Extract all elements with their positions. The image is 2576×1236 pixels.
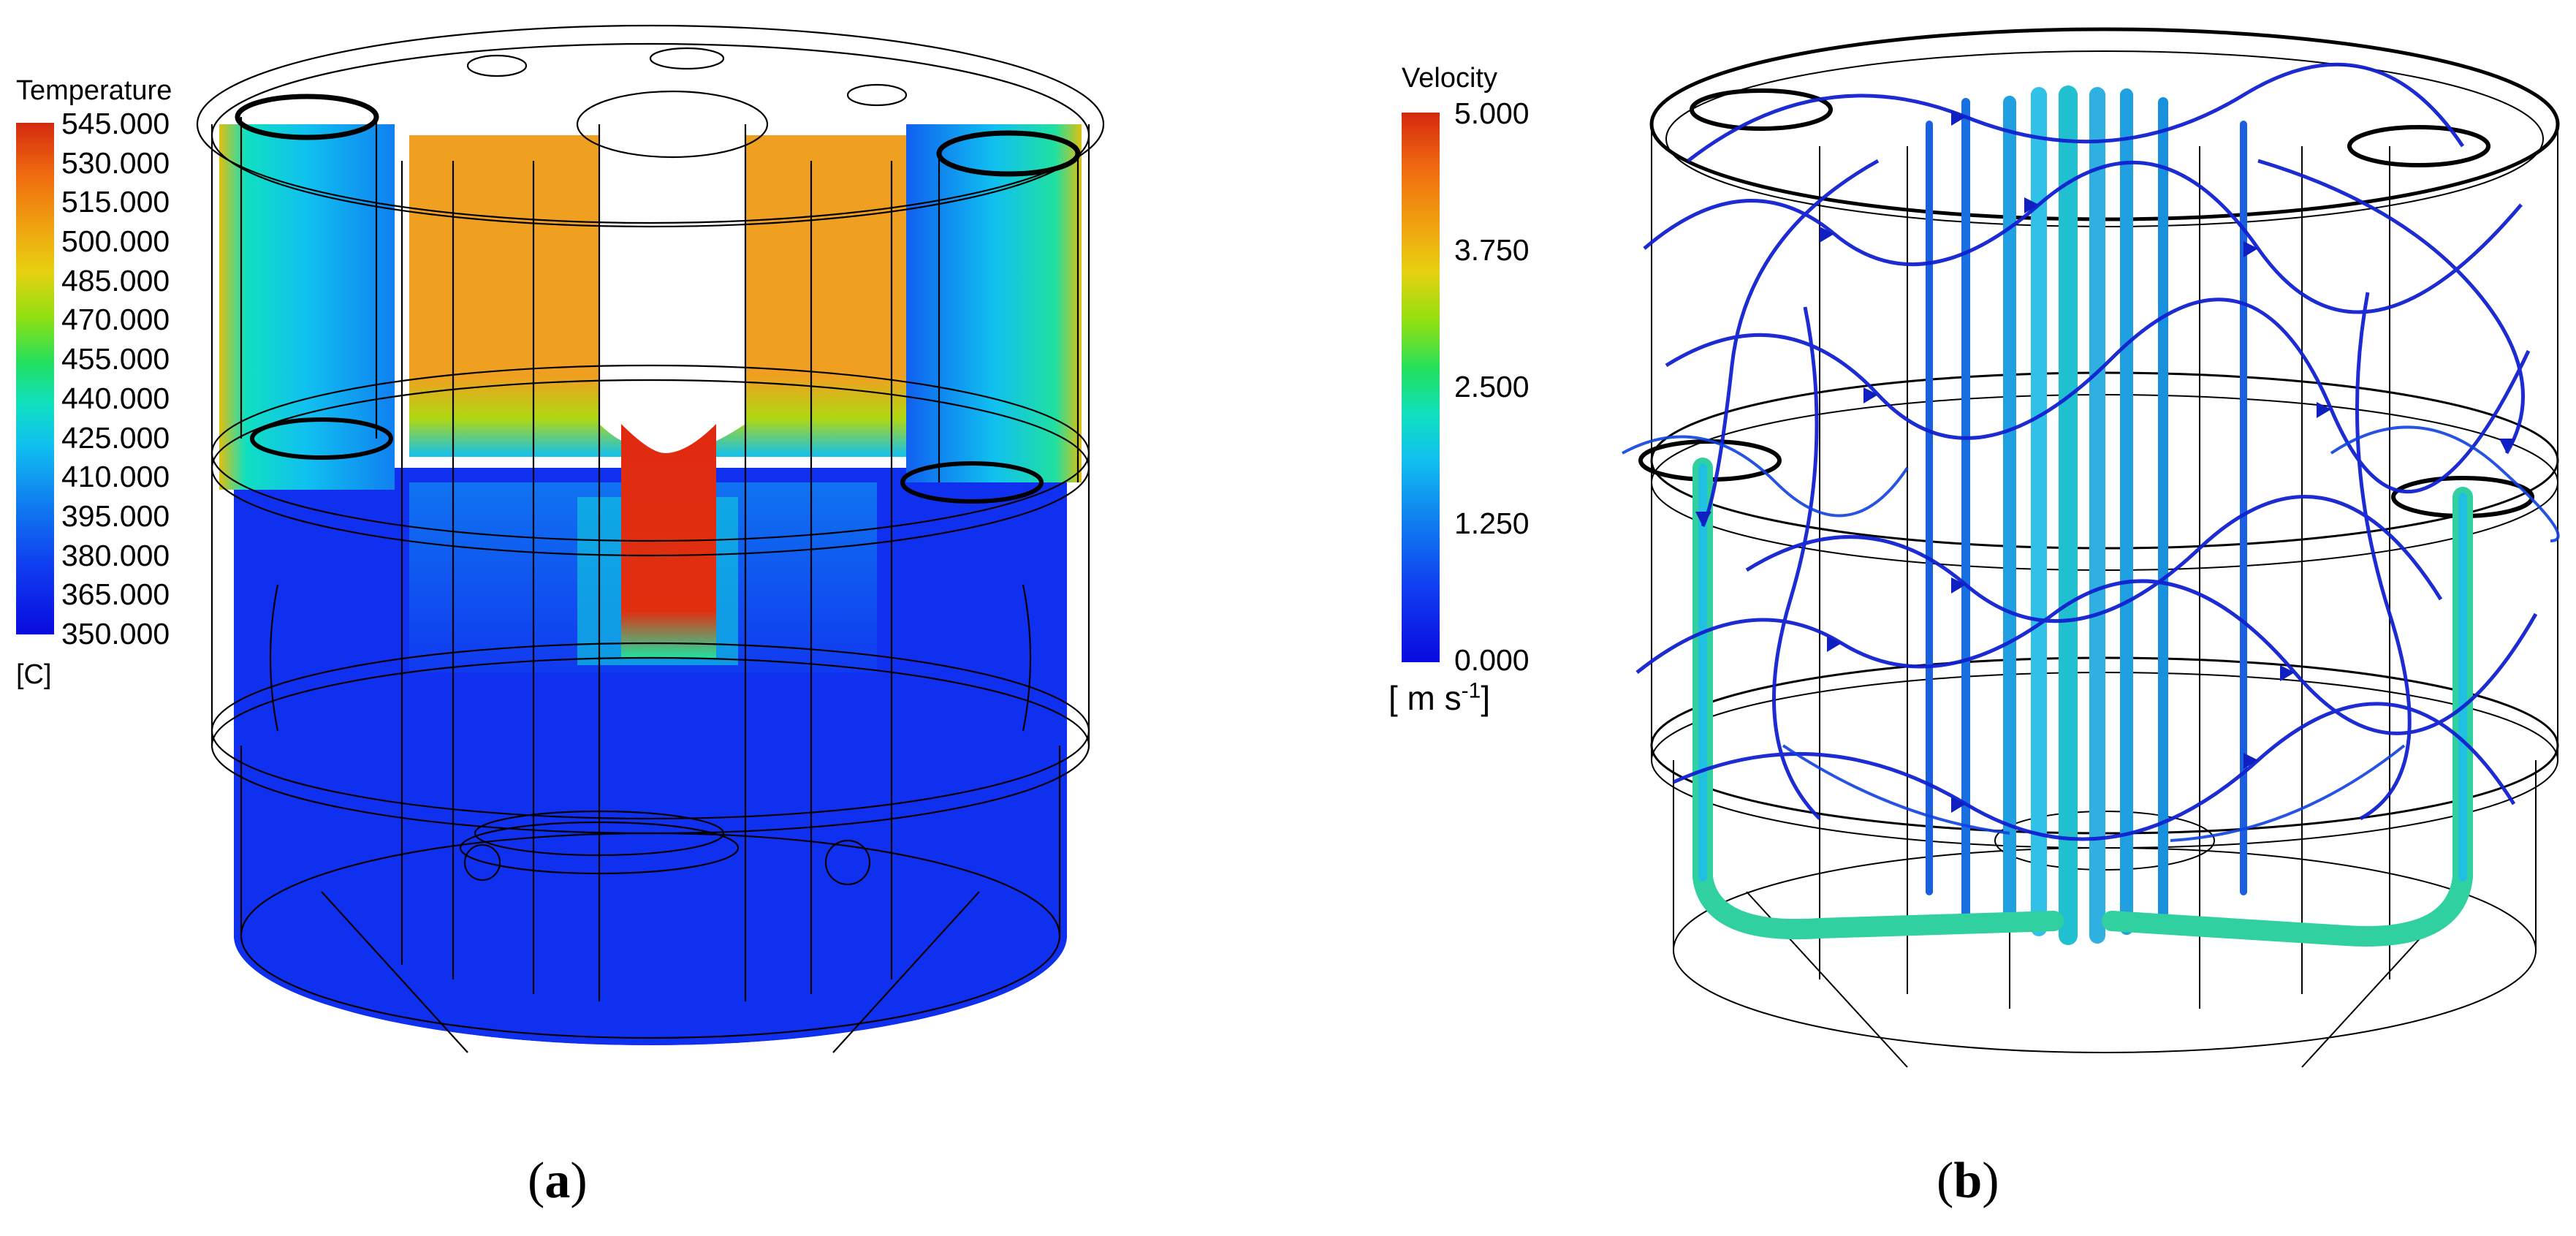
temperature-tick-label: 410.000 [61, 460, 170, 494]
velocity-tick-label: 5.000 [1454, 96, 1530, 130]
temperature-tick-label: 515.000 [61, 185, 170, 219]
temperature-tick-label: 500.000 [61, 224, 170, 259]
temperature-tick-label: 455.000 [61, 342, 170, 376]
temperature-tick-label: 350.000 [61, 617, 170, 651]
temperature-tick-label: 425.000 [61, 420, 170, 455]
velocity-legend-title: Velocity [1402, 63, 1497, 94]
temperature-legend-title: Temperature [16, 75, 172, 106]
velocity-tick-label: 2.500 [1454, 370, 1530, 403]
temperature-tick-label: 545.000 [61, 107, 170, 140]
temperature-tick-label: 530.000 [61, 145, 170, 180]
panel-b-caption: (b) [1937, 1153, 1999, 1209]
velocity-unit-label: [ m s-1] [1388, 678, 1491, 717]
temperature-colorbar [16, 123, 54, 634]
temperature-tick-label: 440.000 [61, 381, 170, 415]
panel-a-caption: (a) [528, 1153, 588, 1209]
velocity-colorbar [1402, 113, 1440, 662]
velocity-tick-label: 1.250 [1454, 507, 1530, 540]
temperature-tick-label: 380.000 [61, 538, 170, 572]
temperature-tick-label: 485.000 [61, 263, 170, 297]
temperature-tick-label: 470.000 [61, 303, 170, 337]
velocity-streamline-reactor [1622, 27, 2560, 1068]
temperature-tick-label: 395.000 [61, 498, 170, 533]
velocity-tick-label: 0.000 [1454, 643, 1530, 677]
temperature-tick-label: 365.000 [61, 577, 170, 612]
velocity-tick-label: 3.750 [1454, 233, 1530, 267]
temperature-contour-reactor [196, 24, 1105, 1053]
temperature-unit-label: [C] [16, 659, 52, 690]
